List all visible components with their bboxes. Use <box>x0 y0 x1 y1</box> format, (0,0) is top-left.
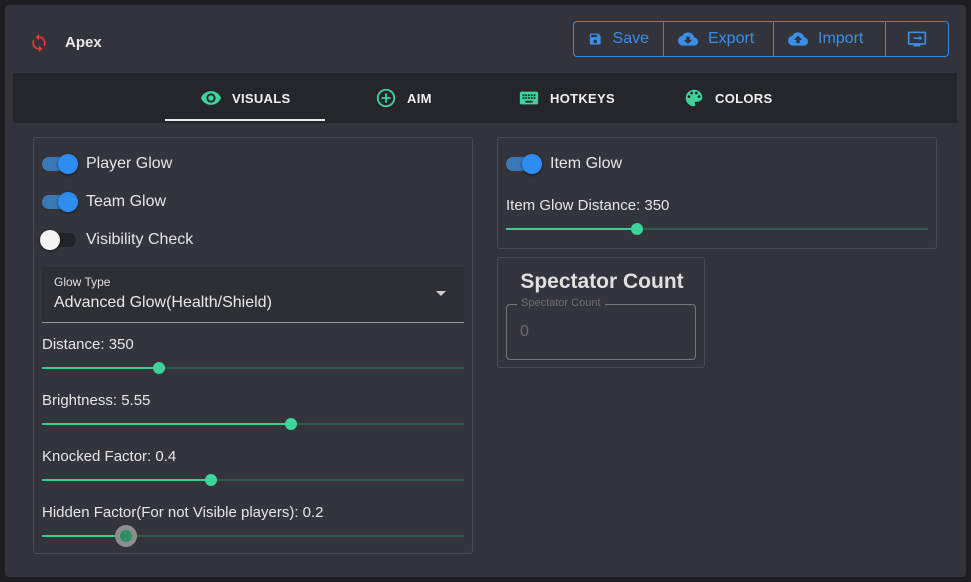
item-glow-toggle[interactable]: Item Glow <box>504 153 622 175</box>
keyboard-icon <box>519 91 539 105</box>
import-label: Import <box>818 30 864 47</box>
tab-aim[interactable]: AIM <box>375 73 432 123</box>
brightness-label: Brightness: 5.55 <box>42 392 151 409</box>
item-glow-distance-slider[interactable] <box>506 219 928 239</box>
item-glow-switch[interactable] <box>504 153 542 175</box>
spectator-count-value: 0 <box>520 323 529 340</box>
export-label: Export <box>708 30 755 47</box>
plus-circle-icon <box>376 88 396 108</box>
active-tab-indicator <box>165 119 325 121</box>
team-glow-label: Team Glow <box>86 193 167 210</box>
item-glow-distance-label: Item Glow Distance: 350 <box>506 197 670 214</box>
hidden-factor-label: Hidden Factor(For not Visible players): … <box>42 504 324 521</box>
spectator-title: Spectator Count <box>520 270 684 293</box>
player-glow-label: Player Glow <box>86 155 173 172</box>
save-button[interactable]: Save <box>574 22 664 56</box>
chevron-down-icon <box>436 291 446 296</box>
tab-aim-label: AIM <box>407 90 432 106</box>
glow-type-label: Glow Type <box>54 275 111 289</box>
team-glow-switch[interactable] <box>40 191 78 213</box>
team-glow-toggle[interactable]: Team Glow <box>40 191 166 213</box>
app-title: Apex <box>65 34 102 51</box>
tab-colors[interactable]: COLORS <box>683 73 772 123</box>
brightness-slider[interactable] <box>42 414 464 434</box>
tab-hotkeys[interactable]: HOTKEYS <box>518 73 615 123</box>
tab-hotkeys-label: HOTKEYS <box>550 90 615 106</box>
spectator-count-label: Spectator Count <box>517 297 605 309</box>
player-glow-switch[interactable] <box>40 153 78 175</box>
spectator-count-field[interactable]: Spectator Count 0 <box>506 297 696 360</box>
visibility-check-switch[interactable] <box>40 229 78 251</box>
glow-type-select[interactable]: Glow Type Advanced Glow(Health/Shield) <box>42 267 464 323</box>
tab-visuals[interactable]: VISUALS <box>200 73 290 123</box>
eye-icon <box>200 91 222 105</box>
palette-icon <box>685 89 703 107</box>
glow-type-value: Advanced Glow(Health/Shield) <box>54 294 272 311</box>
app-window: Apex Save Export Import VISUALS AIM HOTK… <box>5 5 966 577</box>
toolbar-button-group: Save Export Import <box>573 21 949 57</box>
spectator-panel: Spectator Count Spectator Count 0 <box>497 257 705 368</box>
tab-bar: VISUALS AIM HOTKEYS COLORS <box>13 73 957 123</box>
distance-slider[interactable] <box>42 358 464 378</box>
floppy-disk-icon <box>589 33 601 45</box>
monitor-swap-icon <box>907 31 927 47</box>
screen-share-button[interactable] <box>886 22 948 56</box>
export-button[interactable]: Export <box>664 22 774 56</box>
cloud-download-icon <box>678 32 698 46</box>
hidden-factor-slider[interactable] <box>42 525 464 547</box>
item-glow-label: Item Glow <box>550 155 623 172</box>
visuals-panel: Player Glow Team Glow Visibility Check G… <box>33 137 473 554</box>
save-label: Save <box>612 30 649 47</box>
knocked-factor-slider[interactable] <box>42 470 464 490</box>
visibility-check-label: Visibility Check <box>86 231 194 248</box>
item-glow-panel: Item Glow Item Glow Distance: 350 <box>497 137 937 249</box>
knocked-factor-label: Knocked Factor: 0.4 <box>42 448 177 465</box>
tab-visuals-label: VISUALS <box>232 90 291 106</box>
refresh-icon <box>32 33 46 53</box>
import-button[interactable]: Import <box>774 22 886 56</box>
cloud-upload-icon <box>788 32 808 46</box>
distance-label: Distance: 350 <box>42 336 134 353</box>
tab-colors-label: COLORS <box>715 90 773 106</box>
visibility-check-toggle[interactable]: Visibility Check <box>40 229 193 251</box>
player-glow-toggle[interactable]: Player Glow <box>40 153 172 175</box>
